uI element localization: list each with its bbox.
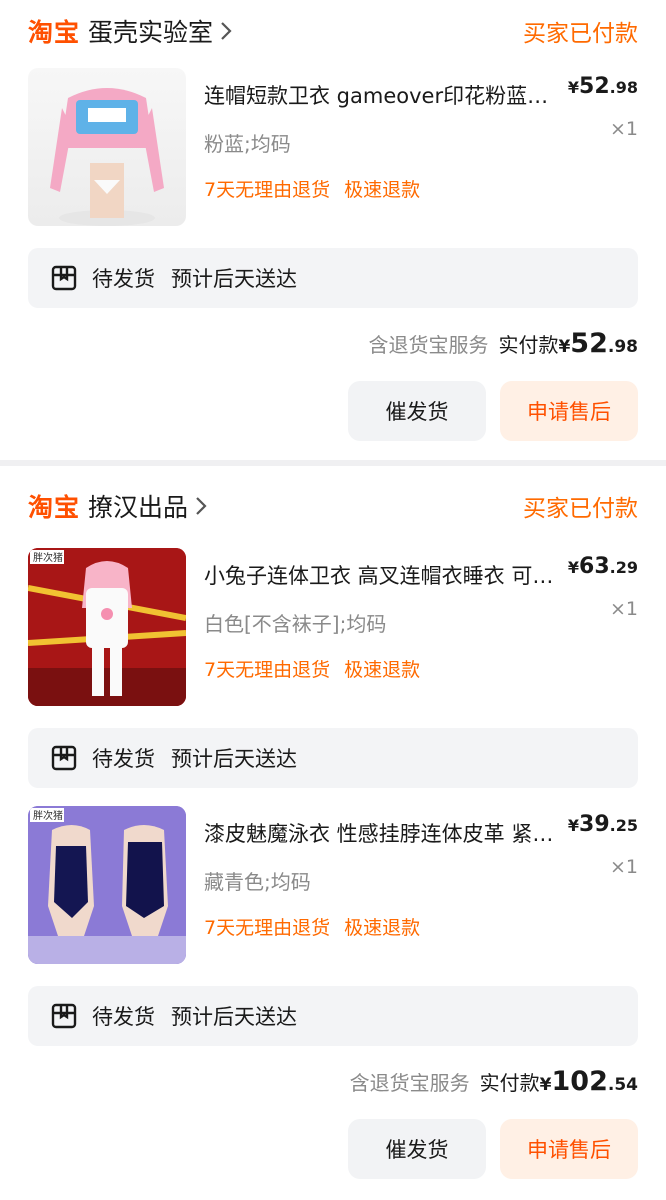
taobao-logo: 淘宝 (28, 493, 81, 522)
total-label: 实付款 (479, 1071, 540, 1095)
total-decimal: .54 (607, 1075, 638, 1095)
tag-refund: 极速退款 (344, 179, 421, 201)
chevron-right-icon (196, 497, 207, 515)
package-icon (51, 745, 77, 771)
total-amount: ¥52.98 (558, 328, 638, 359)
item-qty: ×1 (609, 118, 638, 140)
currency-symbol: ¥ (567, 816, 580, 835)
shipping-status-bar[interactable]: 待发货 预计后天送达 (28, 986, 638, 1046)
tag-refund: 极速退款 (344, 659, 421, 681)
tag-return: 7天无理由退货 (204, 659, 331, 681)
product-thumbnail[interactable]: 胖次猪 (28, 806, 186, 964)
item-spec: 白色[不含袜子];均码 (204, 612, 387, 636)
package-icon (51, 1003, 77, 1029)
shop-name: 蛋壳实验室 (88, 18, 214, 47)
order-status: 买家已付款 (523, 21, 638, 47)
product-image-bunny-bodysuit: 胖次猪 (28, 548, 186, 706)
price-integer: 63 (579, 554, 610, 579)
tag-refund: 极速退款 (344, 917, 421, 939)
shop-link[interactable]: 淘宝 撩汉出品 (28, 488, 208, 524)
item-qty: ×1 (609, 598, 638, 620)
order-actions: 催发货 申请售后 (28, 381, 638, 441)
total-integer: 102 (551, 1066, 608, 1097)
brand-watermark: 胖次猪 (33, 809, 63, 822)
currency-symbol: ¥ (567, 78, 580, 97)
shipping-status: 待发货 (92, 267, 155, 291)
shop-link[interactable]: 淘宝 蛋壳实验室 (28, 13, 233, 49)
total-amount: ¥102.54 (540, 1066, 638, 1097)
chevron-right-icon (221, 22, 232, 40)
item-qty: ×1 (609, 856, 638, 878)
shop-header: 淘宝 蛋壳实验室 买家已付款 (28, 0, 638, 62)
order-total: 含退货宝服务 实付款 ¥102.54 (28, 1066, 638, 1097)
item-tags: 7天无理由退货 极速退款 (204, 913, 638, 940)
delivery-eta: 预计后天送达 (171, 747, 297, 771)
order-actions: 催发货 申请售后 (28, 1119, 638, 1179)
after-sale-button[interactable]: 申请售后 (500, 1119, 638, 1179)
shipping-status-bar[interactable]: 待发货 预计后天送达 (28, 248, 638, 308)
shop-header: 淘宝 撩汉出品 买家已付款 (28, 466, 638, 546)
brand-watermark: 胖次猪 (33, 551, 63, 564)
item-spec: 藏青色;均码 (204, 870, 311, 894)
order-item[interactable]: 胖次猪 小兔子连体卫衣 高叉连帽衣睡衣 可爱粉白 白色[不含袜子];均码 7天无… (28, 548, 638, 708)
return-insurance-service: 含退货宝服务 (349, 1071, 470, 1095)
order-item[interactable]: 连帽短款卫衣 gameover印花粉蓝撞色 JK制服上衣 粉蓝;均码 7天无理由… (28, 68, 638, 228)
item-tags: 7天无理由退货 极速退款 (204, 175, 638, 202)
item-price: ¥63.29 (568, 554, 638, 579)
order-card: 淘宝 撩汉出品 买家已付款 胖次猪 小兔子连体卫衣 高叉连帽衣睡衣 可爱 白色[… (0, 466, 666, 1200)
after-sale-button[interactable]: 申请售后 (500, 381, 638, 441)
urge-shipment-button[interactable]: 催发货 (348, 381, 486, 441)
item-price: ¥39.25 (568, 812, 638, 837)
shipping-status: 待发货 (92, 747, 155, 771)
urge-shipment-button[interactable]: 催发货 (348, 1119, 486, 1179)
currency-symbol: ¥ (558, 337, 571, 357)
order-item[interactable]: 胖次猪 漆皮魅魔泳衣 性感挂脖连体皮革 紧身衣 藏青色;均码 7天无理由退货 极速… (28, 806, 638, 966)
item-title[interactable]: 连帽短款卫衣 gameover印花粉蓝撞色 JK制服上衣 (204, 80, 556, 110)
order-status: 买家已付款 (523, 496, 638, 522)
taobao-logo: 淘宝 (28, 18, 81, 47)
total-integer: 52 (570, 328, 608, 359)
product-thumbnail[interactable] (28, 68, 186, 226)
delivery-eta: 预计后天送达 (171, 1005, 297, 1029)
order-total: 含退货宝服务 实付款 ¥52.98 (28, 328, 638, 359)
order-card: 淘宝 蛋壳实验室 买家已付款 连帽短款卫衣 gameover印花粉蓝撞色 JK制… (0, 0, 666, 460)
delivery-eta: 预计后天送达 (171, 267, 297, 291)
item-title[interactable]: 小兔子连体卫衣 高叉连帽衣睡衣 可爱粉白 (204, 560, 556, 590)
item-price: ¥52.98 (568, 74, 638, 99)
return-insurance-service: 含退货宝服务 (368, 333, 489, 357)
product-image-latex-swimsuit: 胖次猪 (28, 806, 186, 964)
tag-return: 7天无理由退货 (204, 917, 331, 939)
shipping-status-bar[interactable]: 待发货 预计后天送达 (28, 728, 638, 788)
tag-return: 7天无理由退货 (204, 179, 331, 201)
price-decimal: .25 (609, 816, 638, 835)
shipping-status: 待发货 (92, 1005, 155, 1029)
price-decimal: .29 (609, 558, 638, 577)
item-title[interactable]: 漆皮魅魔泳衣 性感挂脖连体皮革 紧身衣 (204, 818, 556, 848)
package-icon (51, 265, 77, 291)
price-integer: 52 (579, 74, 610, 99)
currency-symbol: ¥ (539, 1075, 552, 1095)
item-spec: 粉蓝;均码 (204, 132, 291, 156)
product-thumbnail[interactable]: 胖次猪 (28, 548, 186, 706)
price-integer: 39 (579, 812, 610, 837)
total-decimal: .98 (607, 337, 638, 357)
total-label: 实付款 (498, 333, 559, 357)
product-image-hoodie (50, 88, 164, 226)
currency-symbol: ¥ (567, 558, 580, 577)
shop-name: 撩汉出品 (88, 493, 189, 522)
item-tags: 7天无理由退货 极速退款 (204, 655, 638, 682)
price-decimal: .98 (609, 78, 638, 97)
